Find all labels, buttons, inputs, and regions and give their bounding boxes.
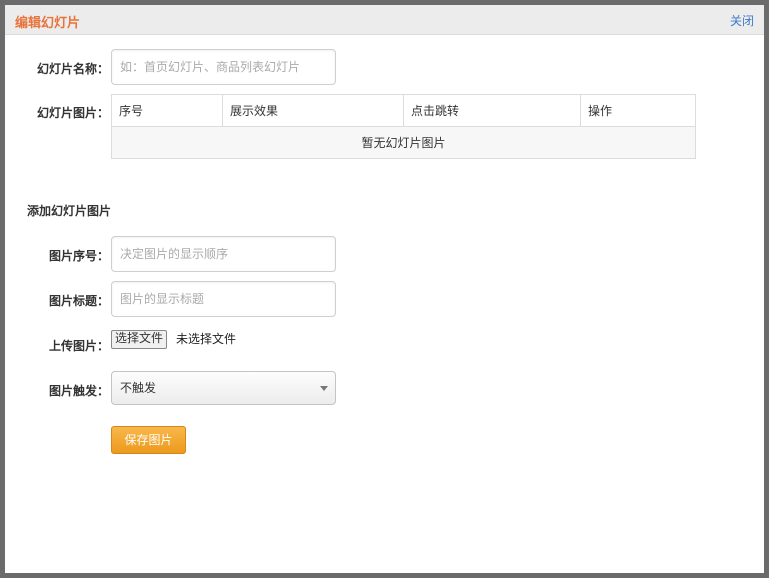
image-trigger-label: 图片触发： [48,384,109,398]
image-trigger-value: 不触发 [120,381,157,395]
choose-file-button[interactable]: 选择文件 [111,330,168,349]
table-header-row: 序号 展示效果 点击跳转 操作 [111,94,696,127]
image-trigger-select[interactable]: 不触发 [111,371,336,405]
slideshow-images-label: 幻灯片图片： [36,106,109,120]
slideshow-name-label: 幻灯片名称： [36,62,109,76]
column-actions: 操作 [580,94,696,127]
dialog-title: 编辑幻灯片 [15,16,81,31]
image-caption-input[interactable] [111,281,336,317]
column-link: 点击跳转 [403,94,581,127]
column-preview: 展示效果 [222,94,404,127]
save-image-button[interactable]: 保存图片 [111,426,186,454]
image-caption-label: 图片标题： [48,294,109,308]
upload-image-label: 上传图片： [48,339,109,353]
image-order-input[interactable] [111,236,336,272]
close-link[interactable]: 关闭 [730,12,754,29]
image-order-label: 图片序号： [48,249,109,263]
chevron-down-icon [320,386,328,391]
column-order: 序号 [111,94,223,127]
slideshow-name-input[interactable] [111,49,336,85]
edit-slideshow-dialog: 编辑幻灯片 关闭 幻灯片名称： 幻灯片图片： 序号 展示效果 点击跳转 操作 暂… [0,0,769,578]
add-slide-section-title: 添加幻灯片图片 [27,204,112,218]
table-row: 暂无幻灯片图片 [111,126,696,159]
empty-table-message: 暂无幻灯片图片 [111,126,696,159]
slides-table: 序号 展示效果 点击跳转 操作 暂无幻灯片图片 [111,94,696,159]
file-status-text: 未选择文件 [176,332,237,346]
dialog-titlebar: 编辑幻灯片 关闭 [5,5,764,35]
